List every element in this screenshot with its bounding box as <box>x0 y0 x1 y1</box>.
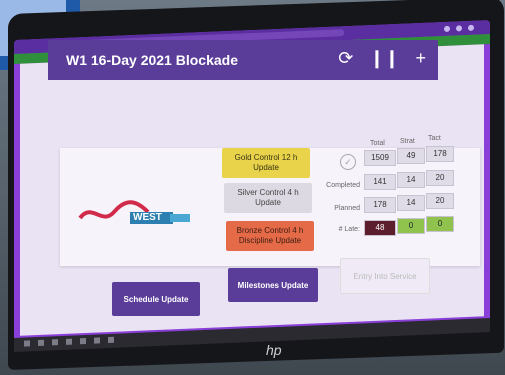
planned-total-cell: 178 <box>364 197 396 213</box>
browser-icon[interactable] <box>66 338 72 345</box>
column-total: Total <box>370 140 385 147</box>
add-icon[interactable]: + <box>415 48 426 69</box>
logo-text: WEST <box>130 212 173 224</box>
search-icon[interactable] <box>38 339 44 346</box>
check-icon: ✓ <box>340 154 356 170</box>
completed-total-cell: 141 <box>364 174 396 190</box>
late-label: # Late: <box>338 226 360 233</box>
profile-icon[interactable] <box>444 25 450 32</box>
taskview-icon[interactable] <box>52 339 58 346</box>
completed-strat-cell: 14 <box>397 172 425 188</box>
total-cell: 1509 <box>364 150 396 166</box>
menu-icon[interactable] <box>456 25 462 32</box>
schedule-update-button[interactable]: Schedule Update <box>112 282 200 316</box>
gold-control-button[interactable]: Gold Control 12 h Update <box>222 148 310 178</box>
mail-icon[interactable] <box>94 337 100 344</box>
page-header: W1 16-Day 2021 Blockade ⟳ ❙❙ + <box>48 40 438 80</box>
refresh-icon[interactable]: ⟳ <box>338 48 353 69</box>
start-icon[interactable] <box>24 340 30 347</box>
milestones-update-button[interactable]: Milestones Update <box>228 268 318 302</box>
late-strat-cell: 0 <box>397 218 425 234</box>
app-icon[interactable] <box>108 336 114 344</box>
entry-into-service-button[interactable]: Entry Into Service <box>340 258 430 294</box>
pause-icon[interactable]: ❙❙ <box>369 48 399 69</box>
page-title: W1 16-Day 2021 Blockade <box>66 52 238 68</box>
hp-logo: hp <box>266 342 282 358</box>
planned-strat-cell: 14 <box>397 195 425 211</box>
planned-label: Planned <box>334 205 360 212</box>
west-logo: WEST <box>78 196 198 236</box>
completed-label: Completed <box>326 182 360 189</box>
strat-cell: 49 <box>397 148 425 164</box>
tact-cell: 178 <box>426 146 454 162</box>
completed-tact-cell: 20 <box>426 170 454 186</box>
column-strat: Strat <box>400 138 415 145</box>
close-icon[interactable] <box>468 24 474 31</box>
logo-accent <box>170 214 190 222</box>
folder-icon[interactable] <box>80 337 86 345</box>
column-tact: Tact <box>428 135 441 142</box>
planned-tact-cell: 20 <box>426 193 454 209</box>
silver-control-button[interactable]: Silver Control 4 h Update <box>224 183 312 213</box>
late-total-cell: 48 <box>364 220 396 236</box>
late-tact-cell: 0 <box>426 216 454 232</box>
bronze-control-button[interactable]: Bronze Control 4 h Discipline Update <box>226 221 314 251</box>
